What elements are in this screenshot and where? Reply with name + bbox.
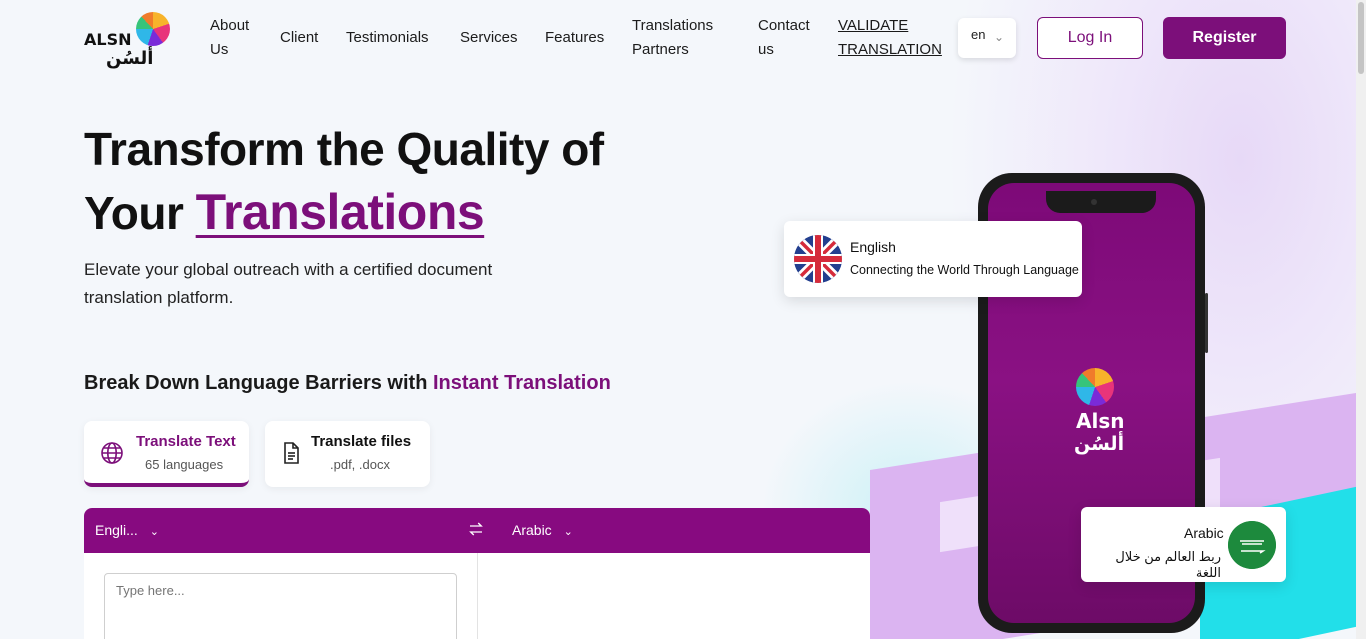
english-card-message: Connecting the World Through Language: [850, 263, 1079, 277]
logo-text: ALSN: [84, 30, 132, 49]
phone-notch: [1046, 191, 1156, 213]
english-card-language: English: [850, 239, 896, 255]
nav-client[interactable]: Client: [280, 26, 318, 50]
phone-logo-arabic: ألسُن: [1074, 433, 1125, 455]
login-button[interactable]: Log In: [1037, 17, 1143, 59]
logo-arabic-text: ألسُن: [106, 48, 154, 69]
tab-translate-files[interactable]: Translate files .pdf, .docx: [265, 421, 430, 487]
globe-icon: [101, 442, 123, 464]
nav-about-us[interactable]: About Us: [210, 14, 260, 62]
phone-logo-text: Alsn: [1076, 409, 1125, 433]
language-select[interactable]: en ⌄: [958, 18, 1016, 58]
tab-translate-files-title: Translate files: [311, 433, 412, 450]
page-scrollbar[interactable]: [1356, 0, 1366, 639]
tab-translate-text[interactable]: Translate Text 65 languages: [84, 421, 249, 487]
target-language-select[interactable]: Arabic ⌄: [512, 522, 573, 538]
nav-services[interactable]: Services: [460, 26, 518, 50]
hero-title: Transform the Quality of Your Translatio…: [84, 118, 644, 245]
saudi-flag-icon: [1228, 521, 1276, 569]
instant-translation-heading: Break Down Language Barriers with Instan…: [84, 372, 611, 395]
arabic-card-message: ربط العالم من خلال اللغة: [1115, 549, 1221, 580]
translator-panel: Engli... ⌄ Arabic ⌄: [84, 508, 870, 639]
tab-translate-files-sub: .pdf, .docx: [330, 457, 390, 472]
target-language-label: Arabic: [512, 522, 552, 538]
arabic-card-language: Arabic: [1184, 525, 1224, 541]
phone-logo-globe-icon: [1076, 368, 1114, 406]
chevron-down-icon: ⌄: [149, 526, 159, 538]
source-language-select[interactable]: Engli... ⌄: [95, 522, 159, 538]
nav-validate-translation[interactable]: VALIDATE TRANSLATION: [838, 14, 942, 62]
tab-translate-text-sub: 65 languages: [145, 457, 224, 472]
nav-contact-us[interactable]: Contact us: [758, 14, 820, 62]
swap-languages-icon[interactable]: [467, 520, 485, 538]
phone-side-button: [1205, 293, 1208, 353]
hero-subtitle: Elevate your global outreach with a cert…: [84, 260, 493, 307]
site-logo[interactable]: ALSN ألسُن: [84, 12, 174, 69]
nav-translations-partners[interactable]: Translations Partners: [632, 14, 732, 62]
translator-divider: [477, 553, 478, 639]
instant-heading-text: Break Down Language Barriers with: [84, 372, 428, 394]
english-language-card: English Connecting the World Through Lan…: [784, 221, 1082, 297]
nav-features[interactable]: Features: [545, 26, 604, 50]
logo-globe-icon: [136, 12, 170, 46]
instant-heading-accent: Instant Translation: [432, 372, 611, 394]
document-icon: [284, 442, 299, 464]
translator-toolbar: Engli... ⌄ Arabic ⌄: [84, 508, 870, 553]
source-language-label: Engli...: [95, 522, 138, 538]
language-select-value: en: [971, 27, 986, 42]
nav-testimonials[interactable]: Testimonials: [346, 26, 429, 50]
phone-camera: [1091, 199, 1097, 205]
register-button[interactable]: Register: [1163, 17, 1286, 59]
tab-translate-text-title: Translate Text: [136, 433, 236, 450]
chevron-down-icon: ⌄: [994, 30, 1005, 44]
arabic-language-card: Arabic ربط العالم من خلال اللغة: [1081, 507, 1286, 582]
uk-flag-icon: [794, 235, 842, 283]
site-header: ALSN ألسُن About Us Client Testimonials …: [0, 0, 1366, 78]
chevron-down-icon: ⌄: [563, 526, 573, 538]
translation-input[interactable]: [104, 573, 457, 639]
hero-title-highlight: Translations: [195, 184, 485, 240]
scrollbar-thumb[interactable]: [1358, 2, 1364, 74]
